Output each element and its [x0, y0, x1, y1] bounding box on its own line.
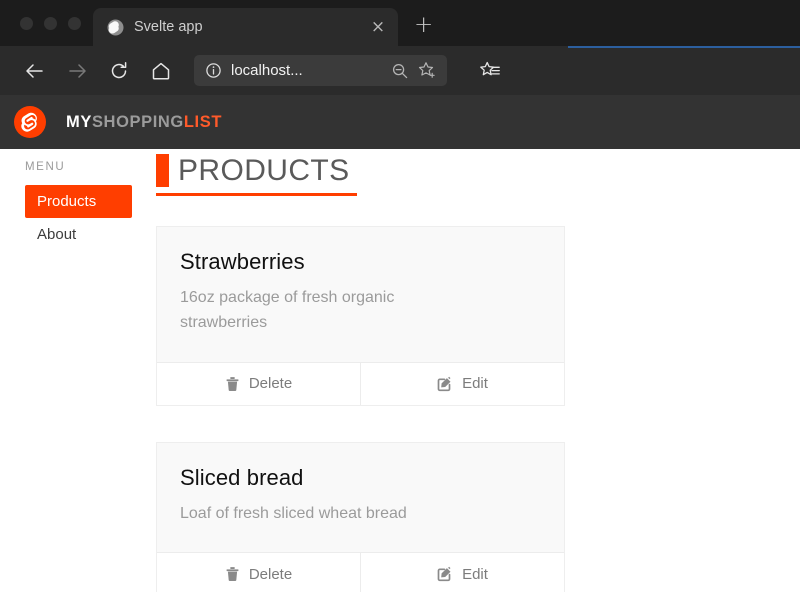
- page-title-block: PRODUCTS: [156, 154, 357, 196]
- product-name: Sliced bread: [180, 464, 304, 490]
- new-tab-button[interactable]: +: [414, 14, 433, 37]
- forward-arrow-icon[interactable]: [64, 58, 90, 84]
- product-name: Strawberries: [180, 249, 305, 274]
- brand-part-list: LIST: [183, 112, 223, 131]
- product-card-actions: Delete Edit: [157, 552, 564, 592]
- delete-button[interactable]: Delete: [157, 362, 360, 405]
- edit-button-label: Edit: [462, 565, 488, 583]
- product-card-body: Sliced bread Loaf of fresh sliced wheat …: [157, 443, 564, 553]
- star-list-icon[interactable]: [477, 58, 503, 84]
- brand-part-shopping: SHOPPING: [91, 112, 184, 131]
- app-header: MYSHOPPINGLIST: [0, 95, 800, 149]
- pencil-square-icon: [437, 376, 453, 392]
- window-close-button[interactable]: [20, 16, 33, 30]
- tab-close-icon[interactable]: ×: [368, 18, 388, 36]
- info-icon[interactable]: [205, 62, 222, 79]
- product-card: Sliced bread Loaf of fresh sliced wheat …: [156, 441, 565, 592]
- toolbar-right-group: [477, 58, 503, 84]
- browser-window: Svelte app × + localhost... MYSHOPPINGLI…: [0, 0, 800, 592]
- window-maximize-button[interactable]: [68, 16, 81, 30]
- pencil-square-icon: [437, 566, 453, 582]
- window-controls: [10, 0, 93, 46]
- delete-button-label: Delete: [248, 375, 293, 393]
- sidebar-item-products[interactable]: Products: [25, 185, 132, 218]
- product-card-body: Strawberries 16oz package of fresh organ…: [157, 227, 564, 362]
- url-text[interactable]: localhost...: [231, 62, 382, 79]
- delete-button-label: Delete: [248, 565, 293, 583]
- toolbar-highlight-line: [568, 46, 800, 48]
- tab-strip: Svelte app × +: [0, 0, 800, 46]
- svelte-logo-icon[interactable]: [14, 106, 46, 138]
- product-list: Strawberries 16oz package of fresh organ…: [156, 226, 800, 592]
- window-minimize-button[interactable]: [44, 16, 57, 30]
- browser-toolbar: localhost...: [0, 46, 800, 95]
- trash-icon: [225, 376, 240, 392]
- home-icon[interactable]: [148, 58, 174, 84]
- tab-svelte-app[interactable]: Svelte app ×: [93, 8, 398, 46]
- reload-icon[interactable]: [106, 58, 132, 84]
- delete-button[interactable]: Delete: [157, 553, 360, 592]
- sidebar: MENU Products About: [0, 149, 155, 592]
- product-description: 16oz package of fresh organic strawberri…: [180, 289, 395, 331]
- star-add-icon[interactable]: [418, 61, 437, 80]
- page-title: PRODUCTS: [178, 154, 350, 187]
- sidebar-heading: MENU: [25, 161, 66, 173]
- tab-title: Svelte app: [134, 19, 203, 35]
- title-accent-bar: [156, 154, 169, 187]
- product-card: Strawberries 16oz package of fresh organ…: [156, 226, 565, 406]
- edit-button-label: Edit: [462, 375, 488, 393]
- address-bar[interactable]: localhost...: [194, 55, 447, 86]
- page-viewport: MYSHOPPINGLIST MENU Products About PRODU…: [0, 95, 800, 592]
- brand-part-my: MY: [66, 112, 92, 131]
- product-card-actions: Delete Edit: [157, 361, 564, 405]
- back-arrow-icon[interactable]: [22, 58, 48, 84]
- edit-button[interactable]: Edit: [360, 362, 564, 405]
- svelte-logo-icon: [107, 19, 124, 36]
- brand-title: MYSHOPPINGLIST: [66, 113, 222, 132]
- page-body: MENU Products About PRODUCTS Strawberrie…: [0, 149, 800, 592]
- trash-icon: [225, 566, 240, 582]
- zoom-out-icon[interactable]: [391, 62, 409, 80]
- main-content: PRODUCTS Strawberries 16oz package of fr…: [155, 149, 800, 592]
- sidebar-item-about[interactable]: About: [25, 218, 132, 251]
- product-description: Loaf of fresh sliced wheat bread: [180, 504, 407, 522]
- edit-button[interactable]: Edit: [360, 553, 564, 592]
